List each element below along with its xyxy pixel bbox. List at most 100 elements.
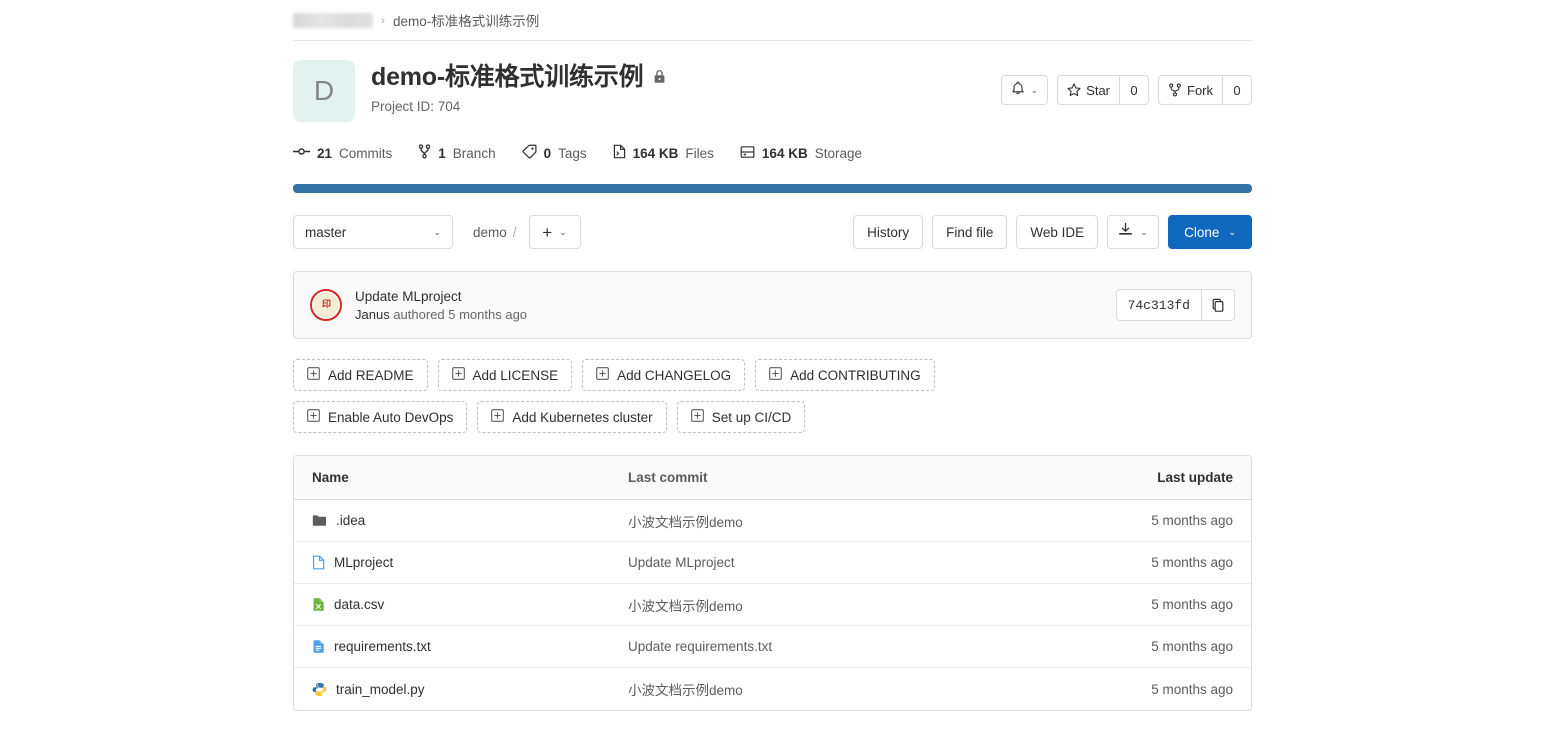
folder-icon	[312, 514, 327, 527]
commit-sha-group: 74c313fd	[1115, 289, 1235, 321]
project-stats: 21 Commits 1 Branch 0 Tags 164 KB Files …	[293, 144, 1252, 162]
page-title: demo-标准格式训练示例	[371, 63, 644, 91]
text-icon	[312, 639, 325, 654]
column-header-update: Last update	[1157, 470, 1233, 485]
language-bar[interactable]	[293, 184, 1252, 193]
commit-message[interactable]: Update MLproject	[355, 289, 527, 304]
file-commit-message[interactable]: Update MLproject	[628, 555, 1098, 570]
seal-glyph: 印	[321, 299, 331, 310]
download-button[interactable]: ⌄	[1107, 215, 1160, 249]
breadcrumb: › demo-标准格式训练示例	[293, 0, 1252, 40]
table-row[interactable]: .idea 小波文档示例demo 5 months ago	[294, 500, 1251, 542]
file-last-update: 5 months ago	[1151, 555, 1233, 570]
commit-author[interactable]: Janus	[355, 307, 390, 322]
chevron-down-icon: ⌄	[1030, 84, 1039, 95]
star-button-label-segment[interactable]: Star	[1057, 75, 1119, 105]
file-name: .idea	[336, 513, 366, 528]
stat-storage-label: Storage	[814, 145, 862, 161]
copy-icon[interactable]	[1201, 289, 1235, 321]
enable-auto-devops-button[interactable]: Enable Auto DevOps	[293, 401, 468, 433]
file-name-cell[interactable]: requirements.txt	[294, 639, 628, 654]
set-up-cicd-button[interactable]: Set up CI/CD	[676, 401, 806, 433]
file-name: train_model.py	[336, 681, 425, 697]
clone-button[interactable]: Clone ⌄	[1168, 215, 1252, 249]
stat-storage-value: 164 KB	[761, 145, 808, 161]
notifications-button[interactable]: ⌄	[1000, 75, 1049, 105]
branch-selector-value: master	[305, 224, 347, 240]
add-license-button[interactable]: Add LICENSE	[437, 359, 573, 391]
table-row[interactable]: MLproject Update MLproject 5 months ago	[294, 542, 1251, 584]
commit-meta: Janus authored 5 months ago	[355, 307, 527, 322]
star-button[interactable]: Star 0	[1057, 75, 1149, 105]
stat-tags[interactable]: 0 Tags	[522, 144, 587, 162]
add-readme-button[interactable]: Add README	[293, 359, 428, 391]
fork-count: 0	[1222, 75, 1252, 105]
breadcrumb-current[interactable]: demo-标准格式训练示例	[393, 10, 539, 30]
file-name-cell[interactable]: data.csv	[294, 597, 628, 612]
add-to-repo-button[interactable]: + ⌄	[528, 215, 581, 249]
commit-icon	[293, 145, 310, 161]
stat-branches[interactable]: 1 Branch	[418, 144, 496, 162]
fork-label: Fork	[1187, 82, 1213, 98]
web-ide-button[interactable]: Web IDE	[1016, 215, 1099, 249]
column-header-commit: Last commit	[628, 470, 708, 485]
stat-branches-value: 1	[438, 145, 446, 161]
star-label: Star	[1086, 82, 1110, 98]
fork-button[interactable]: Fork 0	[1158, 75, 1252, 105]
table-row[interactable]: requirements.txt Update requirements.txt…	[294, 626, 1251, 668]
file-commit-message[interactable]: Update requirements.txt	[628, 639, 1098, 654]
file-name: requirements.txt	[334, 639, 431, 654]
file-last-update: 5 months ago	[1151, 597, 1233, 612]
commit-sha[interactable]: 74c313fd	[1115, 289, 1201, 321]
history-button[interactable]: History	[853, 215, 924, 249]
path-root[interactable]: demo	[473, 225, 507, 240]
chevron-down-icon: ⌄	[559, 226, 567, 237]
chevron-down-icon: ⌄	[1140, 226, 1148, 237]
storage-icon	[740, 145, 755, 162]
project-id: Project ID: 704	[371, 99, 461, 114]
add-changelog-button[interactable]: Add CHANGELOG	[582, 359, 746, 391]
file-icon	[613, 144, 626, 162]
commit-time: authored 5 months ago	[393, 306, 528, 322]
stat-commits-value: 21	[317, 145, 333, 161]
file-last-update: 5 months ago	[1151, 513, 1233, 528]
find-file-button[interactable]: Find file	[932, 215, 1008, 249]
lock-icon	[653, 69, 666, 89]
branch-selector[interactable]: master ⌄	[293, 215, 453, 249]
fork-button-label-segment[interactable]: Fork	[1158, 75, 1222, 105]
file-commit-message[interactable]: 小波文档示例demo	[628, 595, 1098, 615]
header-actions: ⌄ Star 0 Fork 0	[1000, 75, 1252, 105]
add-contributing-button[interactable]: Add CONTRIBUTING	[755, 359, 935, 391]
plus-icon: +	[542, 222, 553, 242]
star-icon	[1067, 83, 1081, 97]
file-name-cell[interactable]: train_model.py	[294, 682, 628, 697]
breadcrumb-separator: ›	[381, 13, 385, 27]
stat-tags-value: 0	[543, 145, 552, 161]
quick-action-label: Add Kubernetes cluster	[512, 409, 653, 425]
table-row[interactable]: train_model.py 小波文档示例demo 5 months ago	[294, 668, 1251, 710]
stat-files-value: 164 KB	[632, 145, 679, 161]
breadcrumb-group-redacted[interactable]	[293, 12, 373, 28]
table-row[interactable]: data.csv 小波文档示例demo 5 months ago	[294, 584, 1251, 626]
stat-commits[interactable]: 21 Commits	[293, 145, 392, 161]
stat-tags-label: Tags	[558, 145, 587, 161]
chevron-down-icon: ⌄	[1228, 226, 1236, 237]
clone-label: Clone	[1184, 224, 1220, 240]
file-name-cell[interactable]: MLproject	[294, 555, 628, 570]
file-commit-message[interactable]: 小波文档示例demo	[628, 511, 1098, 531]
path-separator: /	[512, 224, 517, 240]
quick-action-label: Set up CI/CD	[711, 409, 792, 425]
chevron-down-icon: ⌄	[433, 226, 441, 237]
download-icon	[1118, 222, 1133, 242]
language-segment-python[interactable]	[293, 184, 1252, 193]
path-breadcrumb: demo /	[473, 225, 517, 240]
stat-branches-label: Branch	[452, 145, 496, 161]
plus-box-icon	[491, 409, 505, 425]
quick-action-label: Add README	[328, 367, 414, 383]
repo-toolbar: master ⌄ demo / + ⌄ History Find file We…	[293, 215, 1252, 249]
python-icon	[312, 682, 327, 697]
file-name-cell[interactable]: .idea	[294, 513, 628, 528]
file-commit-message[interactable]: 小波文档示例demo	[628, 679, 1098, 699]
last-commit-panel: 印 Update MLproject Janus authored 5 mont…	[293, 271, 1252, 339]
add-kubernetes-cluster-button[interactable]: Add Kubernetes cluster	[477, 401, 667, 433]
